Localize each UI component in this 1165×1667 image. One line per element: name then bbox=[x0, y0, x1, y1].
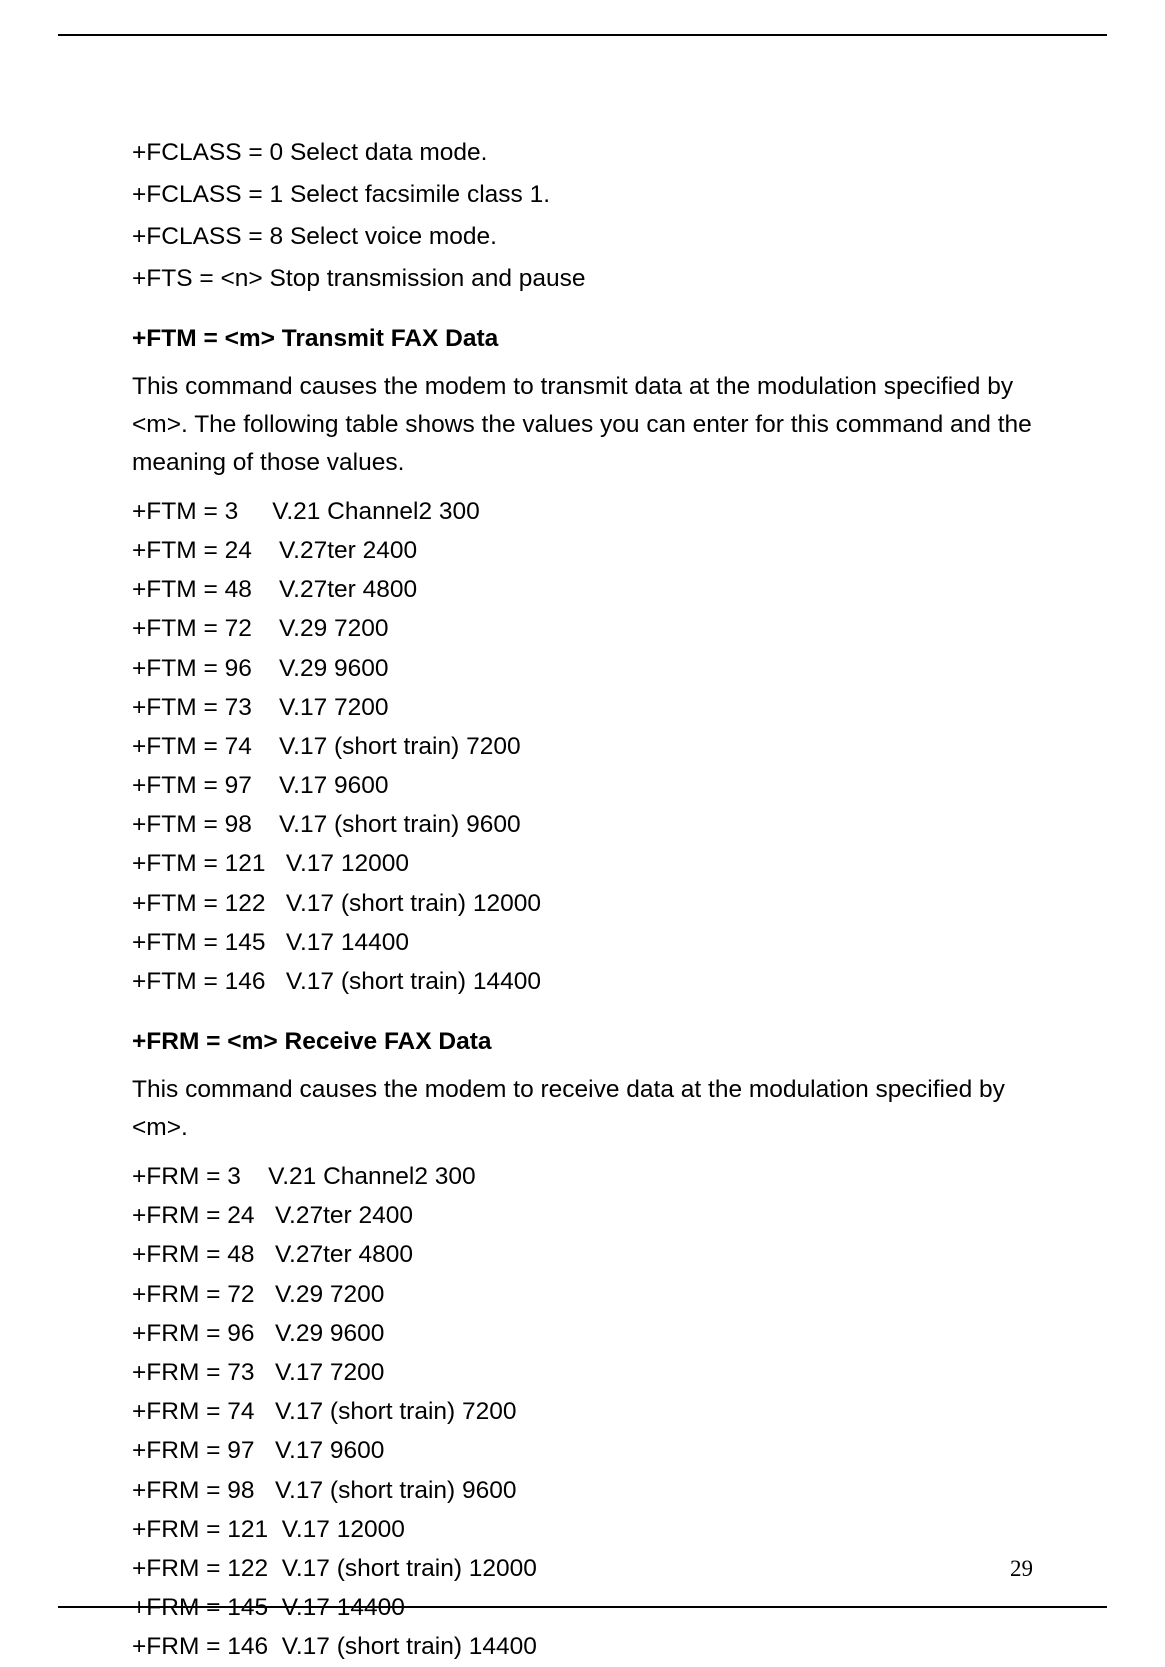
command-row: +FRM = 146 V.17 (short train) 14400 bbox=[132, 1627, 1033, 1666]
command-row: +FRM = 98 V.17 (short train) 9600 bbox=[132, 1471, 1033, 1510]
page-number: 29 bbox=[1010, 1556, 1033, 1582]
top-rule bbox=[58, 34, 1107, 36]
command-row: +FRM = 122 V.17 (short train) 12000 bbox=[132, 1549, 1033, 1588]
command-row: +FRM = 96 V.29 9600 bbox=[132, 1314, 1033, 1353]
command-row: +FTM = 121 V.17 12000 bbox=[132, 844, 1033, 883]
frm-heading: +FRM = <m> Receive FAX Data bbox=[132, 1023, 1033, 1061]
command-row: +FTM = 73 V.17 7200 bbox=[132, 688, 1033, 727]
fclass-line: +FCLASS = 1 Select facsimile class 1. bbox=[132, 176, 1033, 214]
document-page: +FCLASS = 0 Select data mode. +FCLASS = … bbox=[0, 0, 1165, 1642]
frm-body: This command causes the modem to receive… bbox=[132, 1071, 1033, 1147]
command-row: +FRM = 121 V.17 12000 bbox=[132, 1510, 1033, 1549]
bottom-rule bbox=[58, 1606, 1107, 1608]
command-row: +FTM = 74 V.17 (short train) 7200 bbox=[132, 727, 1033, 766]
fclass-line: +FTS = <n> Stop transmission and pause bbox=[132, 260, 1033, 298]
command-row: +FTM = 72 V.29 7200 bbox=[132, 609, 1033, 648]
frm-table: +FRM = 3 V.21 Channel2 300+FRM = 24 V.27… bbox=[132, 1157, 1033, 1666]
fclass-block: +FCLASS = 0 Select data mode. +FCLASS = … bbox=[132, 134, 1033, 298]
command-row: +FTM = 146 V.17 (short train) 14400 bbox=[132, 962, 1033, 1001]
page-content: +FCLASS = 0 Select data mode. +FCLASS = … bbox=[0, 40, 1165, 1667]
ftm-body: This command causes the modem to transmi… bbox=[132, 368, 1033, 482]
command-row: +FTM = 96 V.29 9600 bbox=[132, 649, 1033, 688]
command-row: +FRM = 72 V.29 7200 bbox=[132, 1275, 1033, 1314]
command-row: +FTM = 3 V.21 Channel2 300 bbox=[132, 492, 1033, 531]
command-row: +FTM = 145 V.17 14400 bbox=[132, 923, 1033, 962]
command-row: +FTM = 122 V.17 (short train) 12000 bbox=[132, 884, 1033, 923]
fclass-line: +FCLASS = 8 Select voice mode. bbox=[132, 218, 1033, 256]
command-row: +FRM = 97 V.17 9600 bbox=[132, 1431, 1033, 1470]
command-row: +FTM = 48 V.27ter 4800 bbox=[132, 570, 1033, 609]
command-row: +FRM = 24 V.27ter 2400 bbox=[132, 1196, 1033, 1235]
command-row: +FRM = 73 V.17 7200 bbox=[132, 1353, 1033, 1392]
ftm-table: +FTM = 3 V.21 Channel2 300+FTM = 24 V.27… bbox=[132, 492, 1033, 1001]
command-row: +FTM = 24 V.27ter 2400 bbox=[132, 531, 1033, 570]
command-row: +FRM = 3 V.21 Channel2 300 bbox=[132, 1157, 1033, 1196]
command-row: +FTM = 97 V.17 9600 bbox=[132, 766, 1033, 805]
command-row: +FRM = 74 V.17 (short train) 7200 bbox=[132, 1392, 1033, 1431]
command-row: +FTM = 98 V.17 (short train) 9600 bbox=[132, 805, 1033, 844]
fclass-line: +FCLASS = 0 Select data mode. bbox=[132, 134, 1033, 172]
command-row: +FRM = 48 V.27ter 4800 bbox=[132, 1235, 1033, 1274]
ftm-heading: +FTM = <m> Transmit FAX Data bbox=[132, 320, 1033, 358]
